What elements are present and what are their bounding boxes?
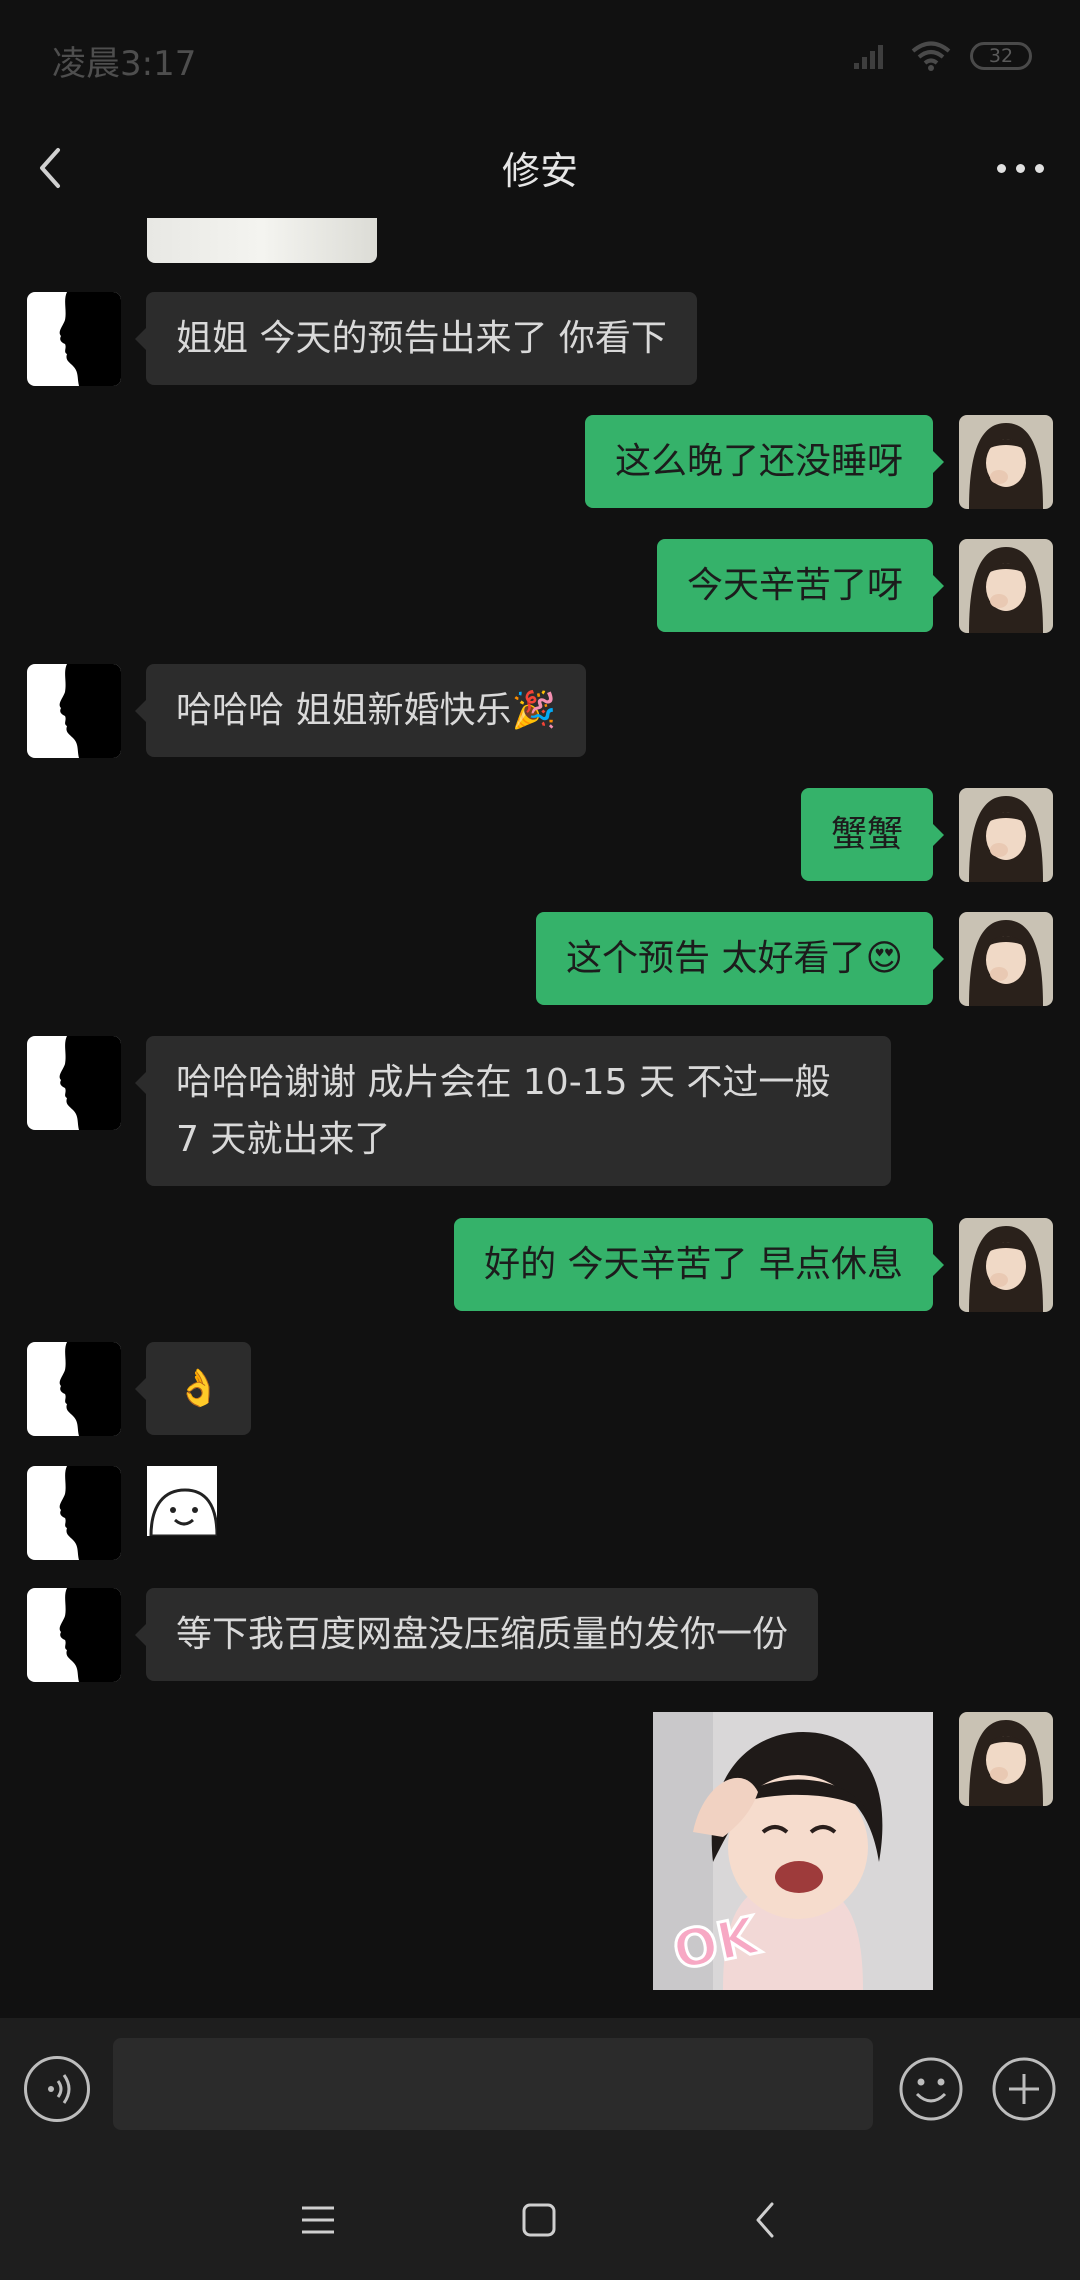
signal-icon bbox=[854, 45, 883, 69]
contact-avatar[interactable] bbox=[27, 1036, 121, 1130]
back-icon[interactable] bbox=[742, 2196, 790, 2244]
voice-input-button[interactable] bbox=[24, 2056, 90, 2122]
status-icons: 32 bbox=[852, 36, 1032, 76]
my-avatar[interactable] bbox=[959, 788, 1053, 882]
status-time: 凌晨3:17 bbox=[52, 44, 197, 84]
message-bubble[interactable]: 哈哈哈谢谢 成片会在 10-15 天 不过一般 7 天就出来了 bbox=[135, 1036, 891, 1186]
contact-avatar[interactable] bbox=[27, 1466, 121, 1560]
chat-title: 修安 bbox=[501, 149, 578, 193]
my-avatar[interactable] bbox=[959, 1712, 1053, 1806]
my-avatar[interactable] bbox=[959, 912, 1053, 1006]
my-avatar[interactable] bbox=[959, 415, 1053, 509]
voice-icon bbox=[48, 2074, 71, 2104]
status-bar: 凌晨3:17 32 bbox=[0, 0, 1080, 118]
menu-icon[interactable] bbox=[294, 2196, 342, 2244]
more-options-icon[interactable] bbox=[997, 164, 1044, 173]
my-avatar[interactable] bbox=[959, 1218, 1053, 1312]
message-bubble[interactable]: 这么晚了还没睡呀 bbox=[584, 415, 945, 508]
image-message[interactable]: OK bbox=[653, 1712, 933, 1990]
message-bubble[interactable]: 👌 bbox=[135, 1342, 251, 1435]
input-bar bbox=[0, 2018, 1080, 2158]
message-bubble[interactable]: 好的 今天辛苦了 早点休息 bbox=[454, 1218, 944, 1311]
smile-face-sticker[interactable] bbox=[147, 1466, 217, 1536]
message-input[interactable] bbox=[113, 2038, 873, 2130]
plus-icon[interactable] bbox=[991, 2056, 1057, 2122]
battery-indicator: 32 bbox=[970, 42, 1032, 70]
contact-avatar[interactable] bbox=[27, 292, 121, 386]
emoji-icon[interactable] bbox=[898, 2056, 964, 2122]
message-bubble[interactable]: 哈哈哈 姐姐新婚快乐🎉 bbox=[134, 664, 587, 757]
system-navigation-bar bbox=[0, 2158, 1080, 2280]
contact-avatar[interactable] bbox=[27, 1342, 121, 1436]
my-avatar[interactable] bbox=[959, 539, 1053, 633]
message-bubble[interactable]: 蟹蟹 bbox=[800, 788, 945, 881]
message-bubble[interactable]: 姐姐 今天的预告出来了 你看下 bbox=[135, 292, 697, 385]
message-list[interactable]: 姐姐 今天的预告出来了 你看下 这么晚了还没睡呀 今天辛苦了呀 哈哈哈 姐姐新婚… bbox=[0, 218, 1080, 2018]
battery-level: 32 bbox=[988, 45, 1014, 67]
contact-avatar[interactable] bbox=[27, 664, 121, 758]
message-bubble[interactable]: 等下我百度网盘没压缩质量的发你一份 bbox=[134, 1588, 819, 1681]
chat-header: 修安 bbox=[0, 118, 1080, 218]
contact-avatar[interactable] bbox=[27, 1588, 121, 1682]
wifi-icon bbox=[911, 41, 951, 71]
message-bubble[interactable]: 今天辛苦了呀 bbox=[656, 539, 945, 632]
partial-image-message[interactable] bbox=[147, 218, 377, 263]
message-bubble[interactable]: 这个预告 太好看了😍 bbox=[536, 912, 944, 1005]
home-icon[interactable] bbox=[515, 2196, 563, 2244]
